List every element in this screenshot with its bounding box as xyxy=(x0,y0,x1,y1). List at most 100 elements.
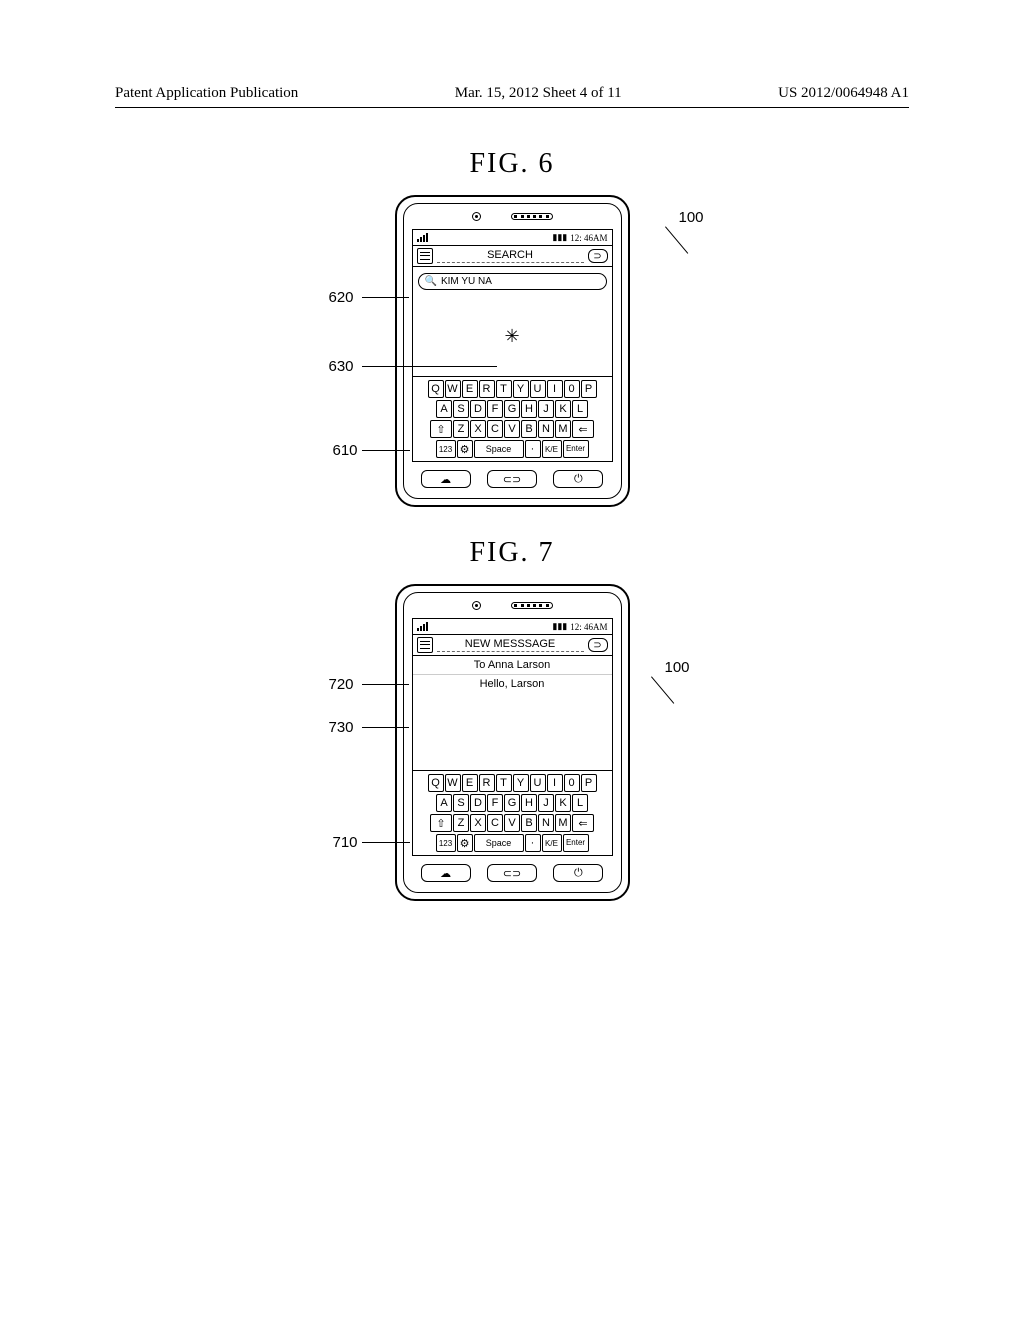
key-l[interactable]: L xyxy=(572,400,588,418)
key-r[interactable]: R xyxy=(479,380,495,398)
key-b[interactable]: B xyxy=(521,420,537,438)
key-0[interactable]: 0 xyxy=(564,380,580,398)
nav-call-button[interactable]: ☁ xyxy=(421,864,471,882)
key-a[interactable]: A xyxy=(436,794,452,812)
key-s[interactable]: S xyxy=(453,794,469,812)
nav-end-button[interactable]: ⏻ xyxy=(553,864,603,882)
key-0[interactable]: 0 xyxy=(564,774,580,792)
key-j[interactable]: J xyxy=(538,794,554,812)
key-space[interactable]: Space xyxy=(474,440,524,458)
key-e[interactable]: E xyxy=(462,380,478,398)
key-gear[interactable]: ⚙ xyxy=(457,834,473,852)
key-q[interactable]: Q xyxy=(428,380,444,398)
nav-end-button[interactable]: ⏻ xyxy=(553,470,603,488)
key-p[interactable]: P xyxy=(581,380,597,398)
key-f[interactable]: F xyxy=(487,400,503,418)
key-f[interactable]: F xyxy=(487,794,503,812)
key-p[interactable]: P xyxy=(581,774,597,792)
key-dot[interactable]: · xyxy=(525,440,541,458)
key-lang[interactable]: K/E xyxy=(542,834,562,852)
key-lang[interactable]: K/E xyxy=(542,440,562,458)
key-e[interactable]: E xyxy=(462,774,478,792)
key-r[interactable]: R xyxy=(479,774,495,792)
key-h[interactable]: H xyxy=(521,400,537,418)
key-l[interactable]: L xyxy=(572,794,588,812)
key-k[interactable]: K xyxy=(555,400,571,418)
to-field[interactable]: To Anna Larson xyxy=(413,656,612,675)
lead-line-710 xyxy=(362,842,410,843)
lead-line-630 xyxy=(362,366,497,367)
key-h[interactable]: H xyxy=(521,794,537,812)
key-m[interactable]: M xyxy=(555,420,571,438)
key-i[interactable]: I xyxy=(547,380,563,398)
lead-slash-100-fig7 xyxy=(651,676,674,703)
key-b[interactable]: B xyxy=(521,814,537,832)
key-z[interactable]: Z xyxy=(453,420,469,438)
key-z[interactable]: Z xyxy=(453,814,469,832)
key-space[interactable]: Space xyxy=(474,834,524,852)
loading-area: ✳ xyxy=(413,296,612,376)
key-t[interactable]: T xyxy=(496,380,512,398)
key-d[interactable]: D xyxy=(470,794,486,812)
key-m[interactable]: M xyxy=(555,814,571,832)
key-g[interactable]: G xyxy=(504,400,520,418)
lead-620: 620 xyxy=(329,289,354,306)
to-text: To Anna Larson xyxy=(474,659,550,671)
search-input[interactable]: 🔍 KIM YU NA xyxy=(418,273,607,290)
key-t[interactable]: T xyxy=(496,774,512,792)
key-dot[interactable]: · xyxy=(525,834,541,852)
key-shift[interactable]: ⇧ xyxy=(430,814,452,832)
key-enter[interactable]: Enter xyxy=(563,834,589,852)
key-n[interactable]: N xyxy=(538,814,554,832)
key-i[interactable]: I xyxy=(547,774,563,792)
key-j[interactable]: J xyxy=(538,400,554,418)
key-a[interactable]: A xyxy=(436,400,452,418)
key-w[interactable]: W xyxy=(445,380,461,398)
key-d[interactable]: D xyxy=(470,400,486,418)
key-x[interactable]: X xyxy=(470,420,486,438)
lead-730: 730 xyxy=(329,719,354,736)
key-y[interactable]: Y xyxy=(513,380,529,398)
status-time: 12: 46AM xyxy=(570,233,607,243)
nav-call-button[interactable]: ☁ xyxy=(421,470,471,488)
lead-630: 630 xyxy=(329,358,354,375)
header-left: Patent Application Publication xyxy=(115,85,298,102)
key-delete[interactable]: ⇐ xyxy=(572,814,594,832)
fig6-wrap: 620 630 610 100 ▮▮▮ 12: 46AM xyxy=(395,195,630,507)
back-icon[interactable]: ⊃ xyxy=(588,638,608,652)
key-gear[interactable]: ⚙ xyxy=(457,440,473,458)
key-u[interactable]: U xyxy=(530,380,546,398)
menu-icon[interactable] xyxy=(417,248,433,264)
key-c[interactable]: C xyxy=(487,420,503,438)
nav-home-button[interactable]: ⊂⊃ xyxy=(487,470,537,488)
key-123[interactable]: 123 xyxy=(436,440,456,458)
key-y[interactable]: Y xyxy=(513,774,529,792)
key-g[interactable]: G xyxy=(504,794,520,812)
key-u[interactable]: U xyxy=(530,774,546,792)
key-c[interactable]: C xyxy=(487,814,503,832)
key-s[interactable]: S xyxy=(453,400,469,418)
phone-inner-fig6: ▮▮▮ 12: 46AM SEA R CH ⊃ 🔍 KIM YU NA xyxy=(403,203,622,499)
key-k[interactable]: K xyxy=(555,794,571,812)
key-v[interactable]: V xyxy=(504,420,520,438)
key-q[interactable]: Q xyxy=(428,774,444,792)
back-icon[interactable]: ⊃ xyxy=(588,249,608,263)
key-shift[interactable]: ⇧ xyxy=(430,420,452,438)
key-v[interactable]: V xyxy=(504,814,520,832)
nav-home-button[interactable]: ⊂⊃ xyxy=(487,864,537,882)
key-x[interactable]: X xyxy=(470,814,486,832)
battery-icon: ▮▮▮ xyxy=(552,232,567,243)
menu-icon[interactable] xyxy=(417,637,433,653)
battery-icon: ▮▮▮ xyxy=(552,621,567,632)
camera-icon xyxy=(472,212,481,221)
lead-line-610 xyxy=(362,450,410,451)
key-enter[interactable]: Enter xyxy=(563,440,589,458)
lead-720: 720 xyxy=(329,676,354,693)
keyboard-row-2: A S D F G H J K L xyxy=(416,400,609,418)
key-delete[interactable]: ⇐ xyxy=(572,420,594,438)
key-w[interactable]: W xyxy=(445,774,461,792)
content-area: FIG. 6 620 630 610 100 ▮▮▮ 1 xyxy=(0,108,1024,901)
message-body-input[interactable]: Hello, Larson xyxy=(413,675,612,770)
key-123[interactable]: 123 xyxy=(436,834,456,852)
key-n[interactable]: N xyxy=(538,420,554,438)
